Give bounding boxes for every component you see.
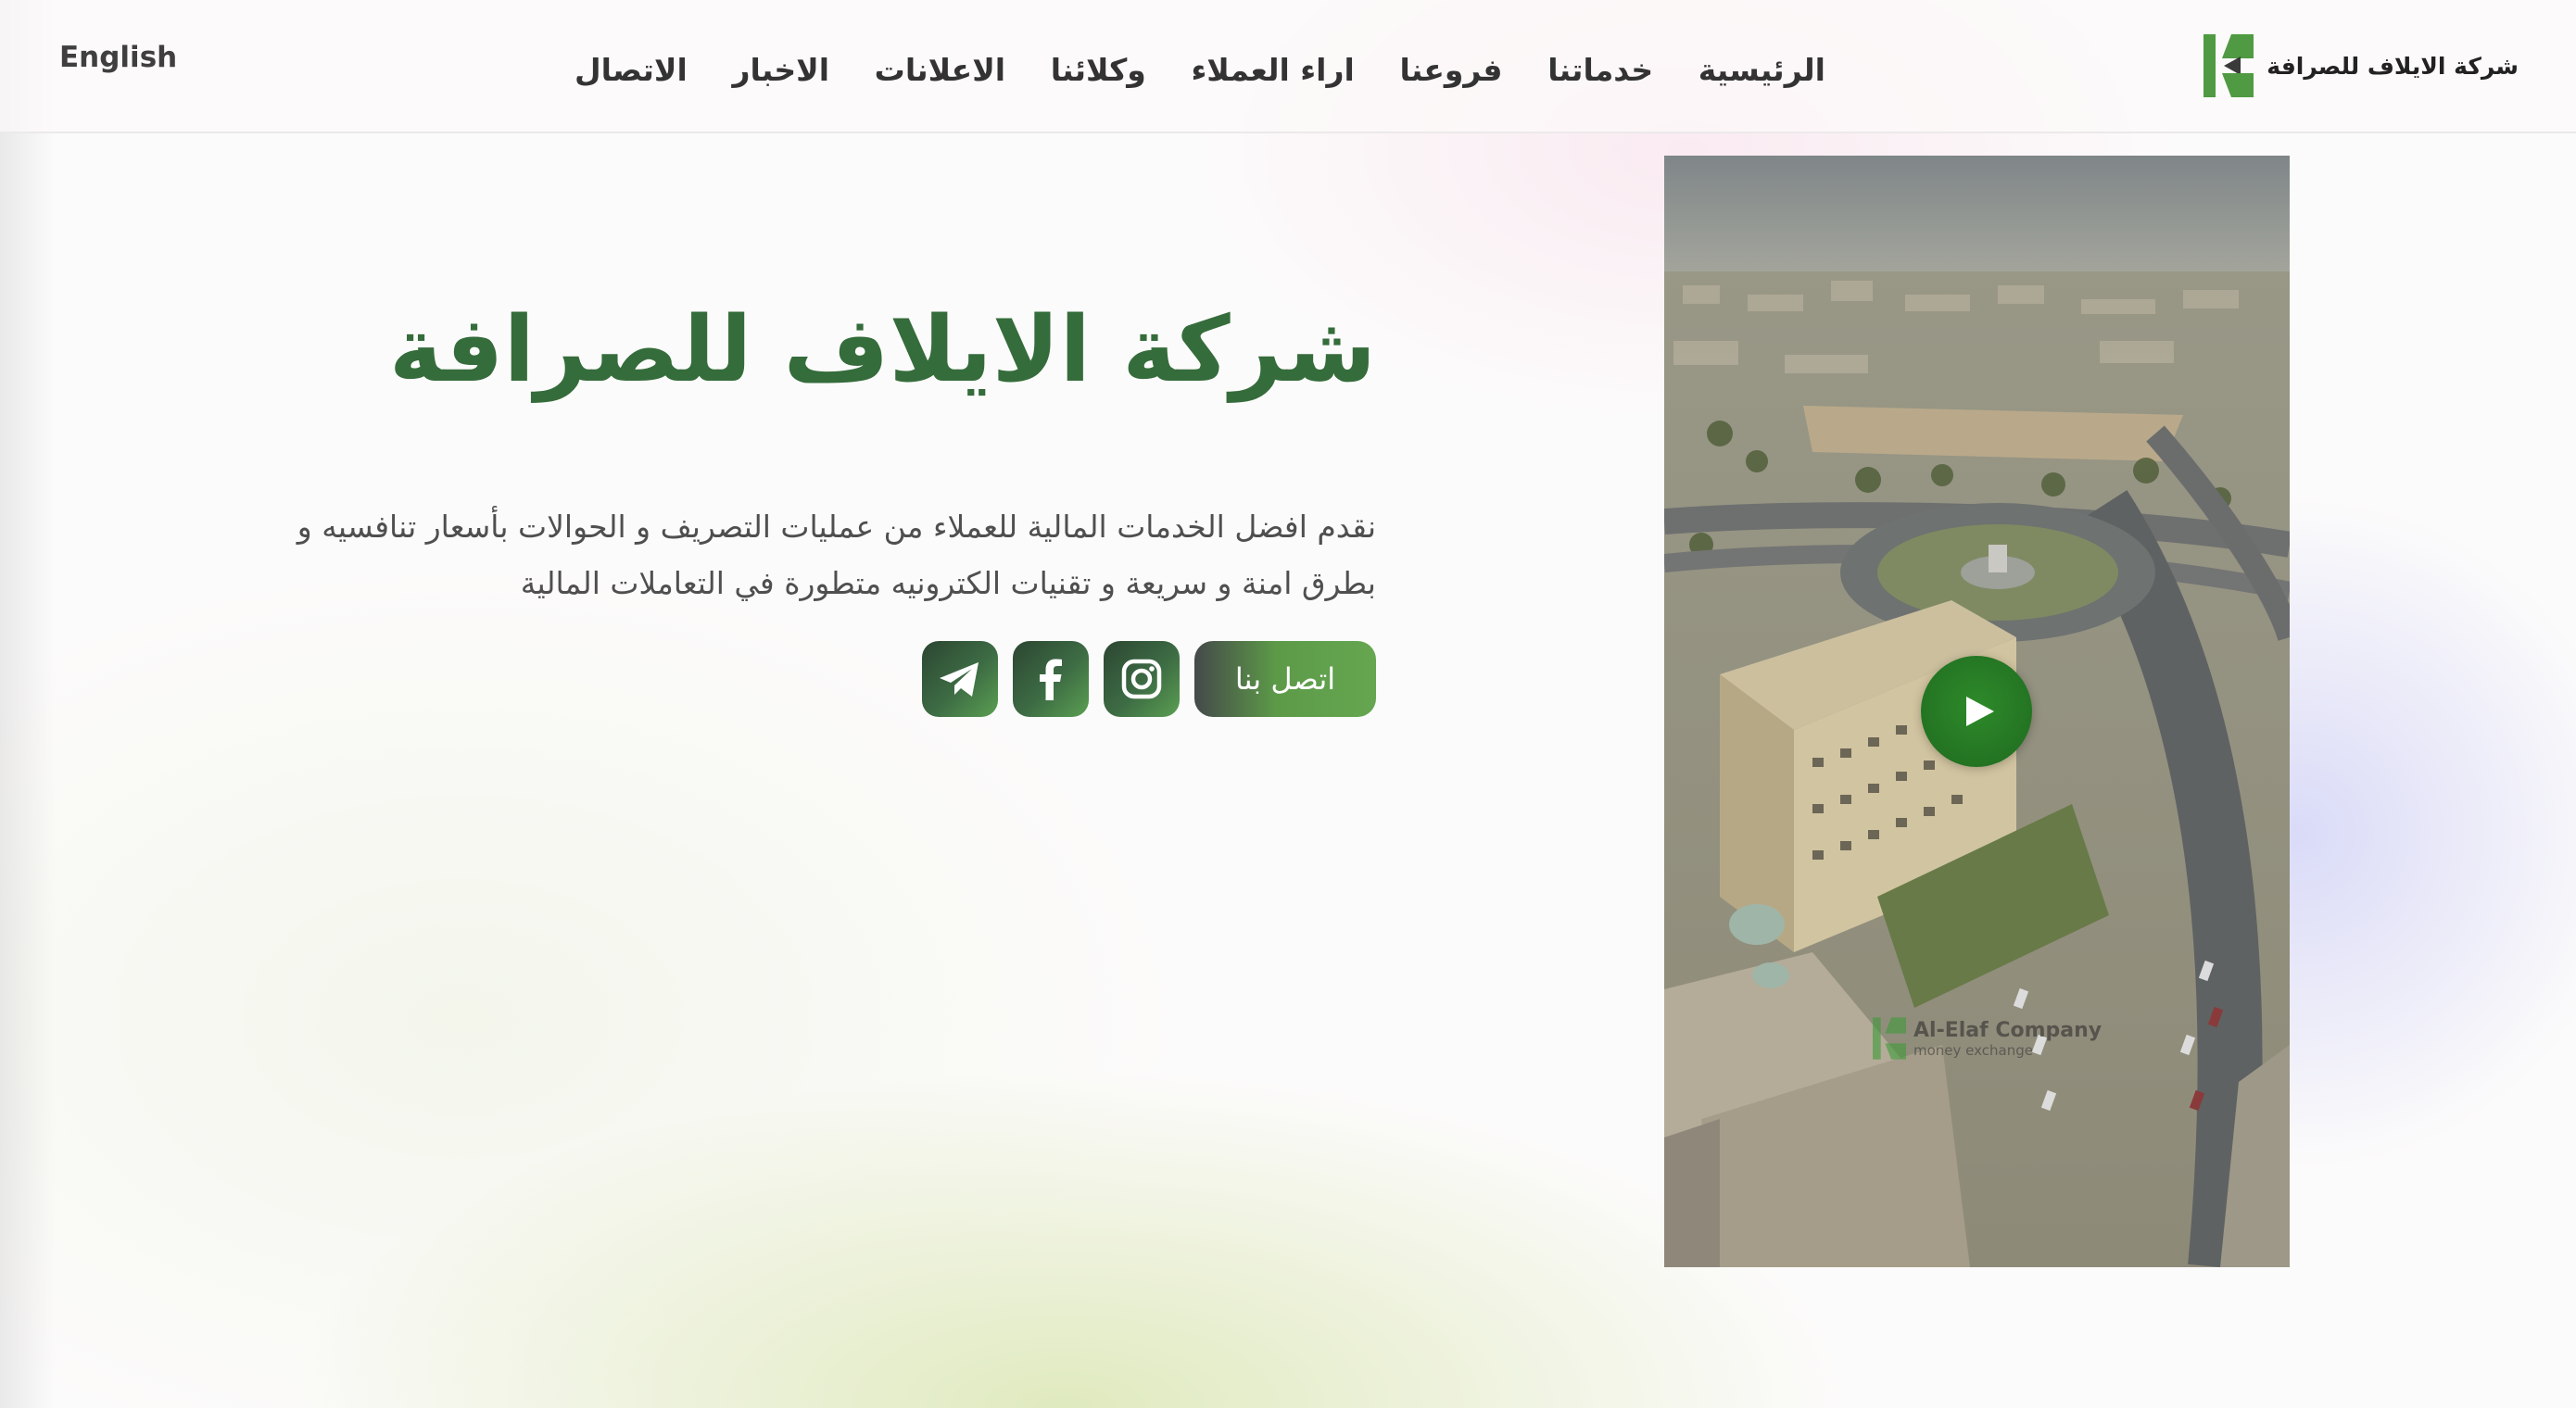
nav-item-contact[interactable]: الاتصال [575, 52, 688, 88]
nav-item-testimonials[interactable]: اراء العملاء [1191, 52, 1354, 88]
language-toggle[interactable]: English [59, 41, 177, 74]
nav-item-home[interactable]: الرئيسية [1698, 52, 1825, 88]
left-edge-shade [0, 0, 56, 1408]
nav-item-agents[interactable]: وكلائنا [1051, 52, 1146, 88]
site-header: English الرئيسية خدماتنا فروعنا اراء الع… [0, 0, 2576, 133]
instagram-icon [1121, 659, 1162, 699]
video-watermark: Al-Elaf Company money exchange [1873, 1015, 2102, 1062]
hero-description-line-1: نقدم افضل الخدمات المالية للعملاء من عمل… [297, 509, 1376, 545]
hero-description: نقدم افضل الخدمات المالية للعملاء من عمل… [181, 498, 1376, 611]
main-nav: الرئيسية خدماتنا فروعنا اراء العملاء وكل… [575, 46, 1825, 93]
watermark-title: Al-Elaf Company [1913, 1018, 2102, 1042]
telegram-button[interactable] [922, 641, 998, 717]
nav-item-news[interactable]: الاخبار [732, 52, 829, 88]
telegram-icon [940, 662, 979, 697]
company-logo-icon [2203, 34, 2254, 97]
watermark-subtitle: money exchange [1913, 1041, 2033, 1059]
instagram-button[interactable] [1104, 641, 1180, 717]
brand[interactable]: شركة الايلاف للصرافة [2203, 33, 2519, 98]
contact-us-button[interactable]: اتصل بنا [1194, 641, 1376, 717]
facebook-icon [1040, 659, 1062, 700]
hero-description-line-2: بطرق امنة و سريعة و تقنيات الكترونيه متط… [520, 565, 1376, 601]
nav-item-branches[interactable]: فروعنا [1399, 52, 1502, 88]
nav-item-announcements[interactable]: الاعلانات [875, 52, 1005, 88]
hero-actions: اتصل بنا [922, 641, 1376, 717]
nav-item-services[interactable]: خدماتنا [1547, 52, 1653, 88]
brand-name: شركة الايلاف للصرافة [2267, 52, 2519, 80]
play-icon [1966, 697, 1994, 726]
facebook-button[interactable] [1013, 641, 1089, 717]
promo-video[interactable]: Al-Elaf Company money exchange [1664, 156, 2290, 1267]
play-button[interactable] [1921, 656, 2032, 767]
watermark-logo-icon [1873, 1017, 1906, 1060]
hero-title: شركة الايلاف للصرافة [388, 297, 1376, 403]
